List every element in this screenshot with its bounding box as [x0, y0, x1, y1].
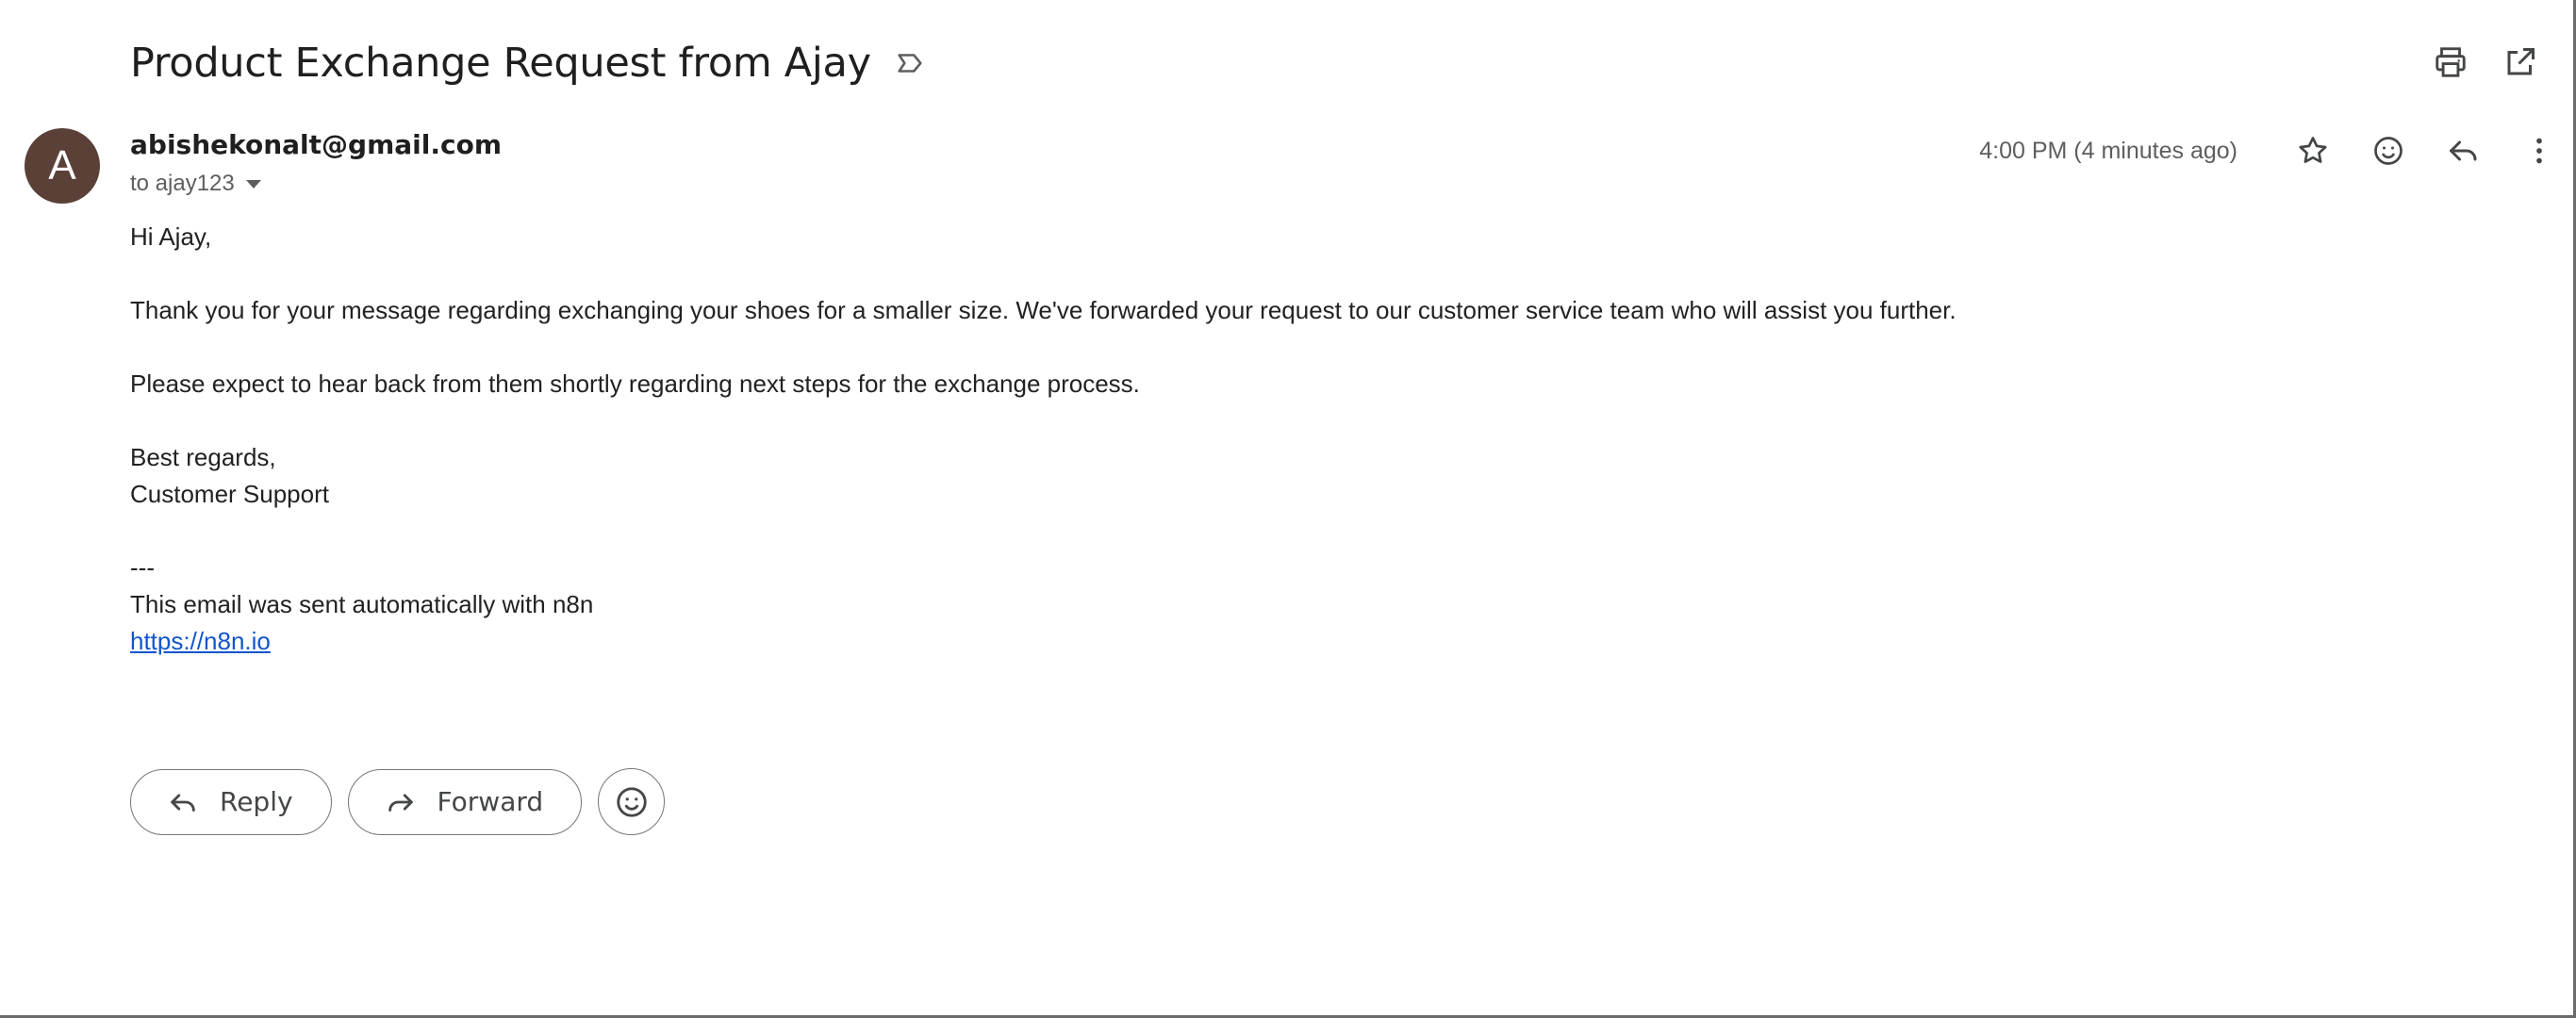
emoji-icon [616, 786, 647, 817]
react-with-emoji-button[interactable] [598, 768, 666, 835]
reply-icon-button[interactable] [2437, 124, 2490, 177]
body-paragraph: Please expect to hear back from them sho… [130, 369, 1140, 398]
star-button[interactable] [2287, 124, 2339, 177]
add-reaction-button[interactable] [2362, 124, 2415, 177]
forward-label: Forward [437, 786, 544, 817]
open-in-new-window-button[interactable] [2500, 41, 2541, 83]
label-icon[interactable] [894, 47, 926, 79]
more-vert-icon [2536, 138, 2542, 164]
timestamp: 4:00 PM (4 minutes ago) [1979, 137, 2237, 164]
top-actions [2430, 41, 2541, 83]
forward-icon [388, 794, 413, 812]
avatar[interactable]: A [25, 128, 100, 204]
body-separator: --- [130, 553, 155, 582]
avatar-letter: A [48, 142, 76, 189]
recipient-details[interactable]: to ajay123 [130, 171, 261, 197]
chevron-down-icon [245, 179, 261, 189]
recipient-label: to ajay123 [130, 171, 235, 196]
print-icon [2436, 47, 2466, 77]
print-button[interactable] [2430, 41, 2471, 83]
reply-icon [2450, 140, 2477, 161]
emoji-icon [2374, 137, 2403, 165]
more-options-button[interactable] [2513, 124, 2566, 177]
n8n-link[interactable]: https://n8n.io [130, 627, 271, 655]
open-in-new-icon [2507, 48, 2535, 75]
reply-button[interactable]: Reply [130, 768, 332, 835]
message-body: Hi Ajay, Thank you for your message rega… [130, 219, 2393, 660]
body-paragraph: Thank you for your message regarding exc… [130, 296, 1957, 324]
reply-actions: Reply Forward [130, 768, 666, 835]
sender-email[interactable]: abishekonalt@gmail.com [130, 129, 502, 160]
body-footer: This email was sent automatically with n… [130, 590, 594, 618]
email-subject: Product Exchange Request from Ajay [130, 40, 871, 87]
subject-row: Product Exchange Request from Ajay [130, 34, 926, 92]
star-icon [2299, 137, 2327, 163]
email-view: Product Exchange Request from Ajay A abi… [0, 0, 2576, 1018]
body-greeting: Hi Ajay, [130, 222, 212, 251]
message-meta: 4:00 PM (4 minutes ago) [1979, 124, 2566, 177]
body-signature: Customer Support [130, 480, 329, 508]
forward-button[interactable]: Forward [347, 768, 583, 835]
reply-label: Reply [220, 786, 293, 817]
reply-icon [171, 794, 195, 812]
body-closing: Best regards, [130, 443, 276, 471]
